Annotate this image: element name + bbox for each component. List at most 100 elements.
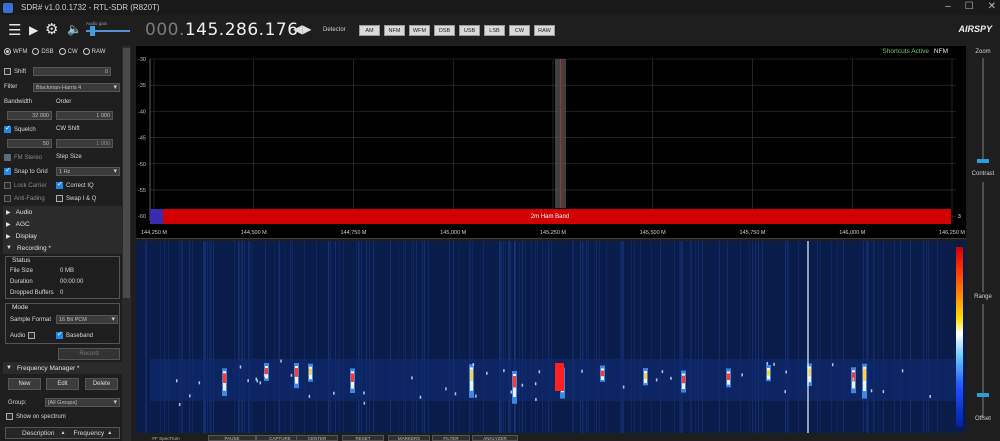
spectrum-analyzer[interactable]: -30 -35 -40 -45 -50 -55 -60 144,250 M 144,500 M 1…	[136, 46, 966, 239]
noise-dot	[189, 394, 191, 398]
noise-streak	[390, 241, 391, 433]
close-button[interactable]: ✕	[988, 1, 996, 12]
mode-dsb-button[interactable]: DSB	[434, 25, 455, 36]
column-frequency[interactable]: Frequency	[73, 430, 104, 437]
band-plan-label: 2m Ham Band	[531, 214, 569, 220]
sample-format-select[interactable]: 16 Bit PCM	[56, 315, 118, 324]
mode-am-button[interactable]: AM	[359, 25, 380, 36]
waterfall-display[interactable]	[136, 241, 966, 433]
noise-streak	[164, 241, 165, 433]
snap-to-grid-checkbox[interactable]	[4, 166, 11, 175]
show-on-spectrum-checkbox[interactable]	[6, 413, 13, 420]
radio-wfm[interactable]	[4, 48, 11, 55]
new-button[interactable]: New	[8, 378, 41, 390]
section-display[interactable]: ▶ Display	[3, 230, 122, 242]
noise-streak	[146, 241, 147, 433]
noise-dot	[486, 371, 488, 375]
mode-cw-button[interactable]: CW	[509, 25, 530, 36]
gear-icon[interactable]: ⚙	[45, 22, 58, 37]
offset-slider[interactable]	[982, 304, 984, 418]
record-button[interactable]: Record	[58, 348, 120, 360]
volume-slider[interactable]: Audio gain	[86, 21, 130, 37]
lock-carrier-label: Lock Carrier	[14, 182, 47, 189]
offset-knob[interactable]	[977, 393, 989, 397]
center-button[interactable]: CENTER	[296, 435, 338, 441]
markers-button[interactable]: MARKERS	[388, 435, 430, 441]
order-label: Order	[56, 99, 72, 105]
zoom-knob[interactable]	[977, 159, 989, 163]
swap-iq-checkbox[interactable]	[56, 195, 63, 202]
bandwidth-input[interactable]: 32 000	[7, 111, 52, 120]
spectrum-plot[interactable]: -30 -35 -40 -45 -50 -55 -60 144,250 M 144,500 M 1…	[136, 46, 966, 239]
radio-cw[interactable]	[58, 48, 66, 55]
step-size-select[interactable]: 1 Hz	[56, 167, 120, 176]
noise-dot	[176, 379, 178, 383]
baseband-checkbox[interactable]	[56, 330, 63, 339]
shift-checkbox[interactable]	[4, 68, 11, 75]
waterfall-canvas[interactable]	[136, 241, 966, 433]
section-recording[interactable]: ▼ Recording *	[3, 242, 122, 254]
speaker-icon[interactable]: 🔈	[67, 23, 82, 35]
noise-streak	[788, 241, 789, 433]
tune-arrows[interactable]: ◀▶	[293, 22, 311, 36]
column-description[interactable]: Description	[22, 430, 55, 437]
noise-streak	[373, 241, 374, 433]
anti-fading-checkbox[interactable]	[4, 195, 11, 202]
mode-button-group: AM NFM WFM DSB USB LSB CW RAW	[359, 25, 555, 36]
squelch-checkbox[interactable]	[4, 124, 11, 133]
noise-dot	[785, 370, 787, 374]
menu-icon[interactable]: ☰	[8, 23, 21, 38]
analyzer-button[interactable]: ANALYZER	[472, 435, 518, 441]
mode-nfm-button[interactable]: NFM	[384, 25, 405, 36]
mode-raw-button[interactable]: RAW	[534, 25, 555, 36]
left-panel-scrollbar[interactable]	[122, 46, 131, 441]
volume-knob[interactable]	[90, 26, 95, 36]
section-audio[interactable]: ▶ Audio	[3, 206, 122, 218]
x-tick-label: 145,500 M	[640, 230, 666, 236]
correct-iq-checkbox[interactable]	[56, 180, 63, 189]
noise-streak	[204, 241, 205, 433]
noise-streak	[867, 241, 868, 433]
noise-streak	[405, 241, 406, 433]
frequency-display[interactable]: 000.145.286.176	[145, 20, 299, 40]
noise-dot	[411, 376, 413, 380]
filter-select[interactable]: Blackman-Harris 4	[33, 83, 120, 92]
reset-button[interactable]: RESET	[342, 435, 384, 441]
mode-wfm-button[interactable]: WFM	[409, 25, 430, 36]
lock-carrier-checkbox[interactable]	[4, 182, 11, 189]
group-label: Group:	[8, 400, 27, 406]
group-select[interactable]: [All Groups]	[45, 398, 120, 407]
section-frequency-manager[interactable]: ▼ Frequency Manager *	[3, 362, 122, 374]
mode-usb-button[interactable]: USB	[459, 25, 480, 36]
play-icon[interactable]: ▶	[29, 24, 38, 36]
order-input[interactable]: 1 000	[56, 111, 113, 120]
zoom-slider[interactable]	[982, 58, 984, 160]
noise-streak	[411, 241, 412, 433]
delete-button[interactable]: Delete	[85, 378, 118, 390]
radio-raw[interactable]	[82, 48, 90, 55]
step-size-label: Step Size	[56, 154, 82, 160]
fm-stereo-checkbox[interactable]	[4, 154, 11, 161]
noise-streak	[459, 241, 460, 433]
noise-streak	[681, 241, 682, 433]
mode-lsb-button[interactable]: LSB	[484, 25, 505, 36]
signal-peak	[309, 368, 312, 376]
minimize-button[interactable]: –	[945, 1, 951, 12]
noise-streak	[424, 241, 425, 433]
range-slider[interactable]	[982, 182, 984, 292]
radio-dsb[interactable]	[32, 48, 40, 55]
filter-button[interactable]: FILTER	[432, 435, 470, 441]
shift-input[interactable]: 0	[33, 67, 111, 76]
maximize-button[interactable]: ☐	[965, 1, 974, 12]
x-tick-label: 146,250 M	[939, 230, 965, 236]
noise-streak	[244, 241, 245, 433]
squelch-input[interactable]: 50	[7, 139, 52, 148]
tab-spectrum[interactable]: FF SpecTrum	[142, 435, 190, 441]
edit-button[interactable]: Edit	[46, 378, 79, 390]
noise-streak	[583, 241, 584, 433]
audio-record-checkbox[interactable]	[28, 332, 36, 339]
cw-shift-input[interactable]: 1 000	[56, 139, 113, 148]
noise-dot	[901, 369, 904, 373]
pause-button[interactable]: PAUSE	[208, 435, 256, 441]
section-agc[interactable]: ▶ AGC	[3, 218, 122, 230]
